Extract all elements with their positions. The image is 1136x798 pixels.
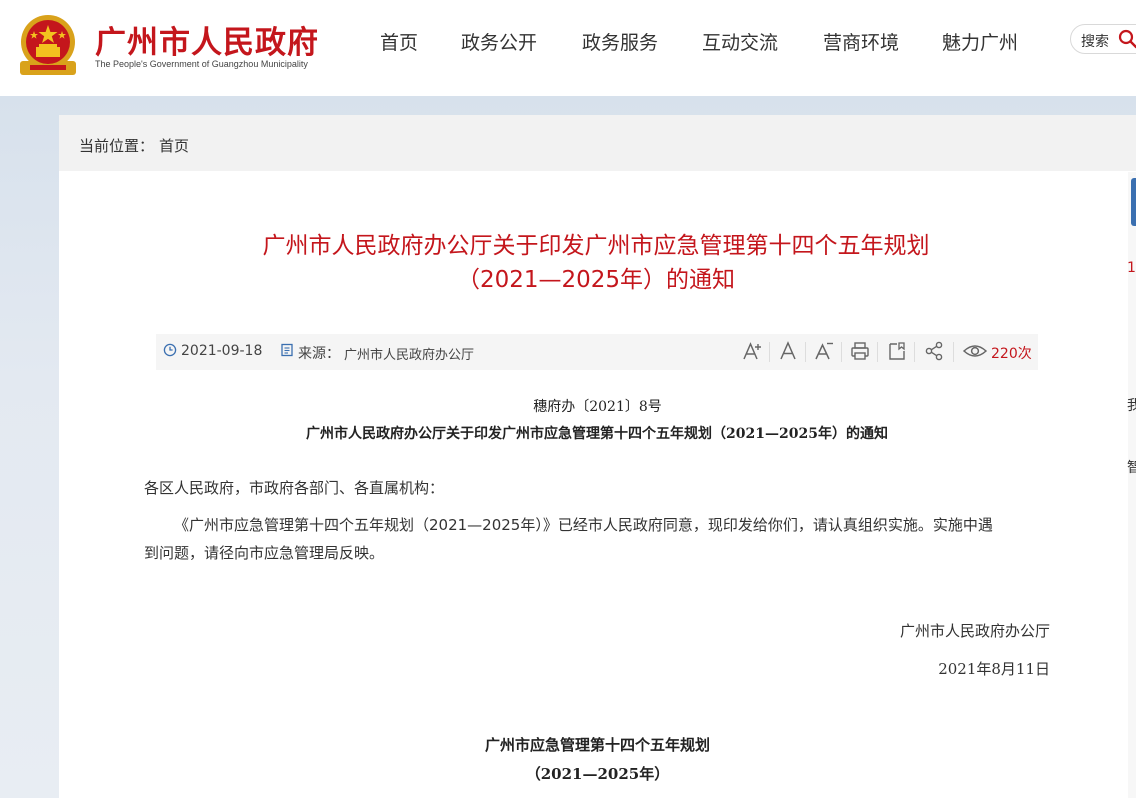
toolbar-separator [953,342,954,362]
toolbar-separator [841,342,842,362]
breadcrumb-home-link[interactable]: 首页 [159,135,189,156]
nav-item-charming-gz[interactable]: 魅力广州 [942,28,1018,55]
eye-icon [962,345,988,357]
nav-item-gov-affairs-open[interactable]: 政务公开 [461,28,537,55]
font-normal-icon[interactable] [777,340,799,362]
article-title: 广州市人民政府办公厅关于印发广州市应急管理第十四个五年规划 （2021—2025… [156,229,1036,297]
toolbar-separator [805,342,806,362]
search-icon[interactable] [1118,29,1136,49]
plan-title: 广州市应急管理第十四个五年规划 [484,736,710,754]
site-header: 广州市人民政府 The People's Government of Guang… [0,0,1136,96]
side-panel-tab[interactable] [1131,178,1136,226]
toolbar-separator [877,342,878,362]
share-icon[interactable] [923,340,945,362]
salutation: 各区人民政府，市政府各部门、各直属机构： [144,479,445,497]
view-count: 220次 [991,346,1032,362]
clock-icon [163,343,177,357]
paragraph-line: 《广州市应急管理第十四个五年规划（2021—2025年）》已经市人民政府同意，现… [174,516,993,534]
document-icon [281,343,293,357]
side-panel-text: 1 [1127,260,1136,276]
article-panel: 广州市人民政府办公厅关于印发广州市应急管理第十四个五年规划 （2021—2025… [59,171,1136,798]
nav-item-interaction[interactable]: 互动交流 [702,28,778,55]
font-smaller-icon[interactable] [813,340,835,362]
nav-item-home[interactable]: 首页 [380,28,418,55]
signer: 广州市人民政府办公厅 [899,622,1050,640]
search-box[interactable]: 搜索 [1070,24,1136,54]
national-emblem-icon[interactable] [14,9,82,81]
article-title-line2: （2021—2025年）的通知 [456,267,736,293]
search-label[interactable]: 搜索 [1081,31,1109,51]
plan-years: （2021—2025年） [525,765,670,783]
document-number: 穗府办〔2021〕8号 [533,399,662,415]
site-subtitle: The People's Government of Guangzhou Mun… [95,59,308,69]
sign-date: 2021年8月11日 [938,660,1050,678]
paragraph-line: 到问题，请径向市应急管理局反映。 [144,544,385,562]
print-icon[interactable] [849,340,871,362]
side-panel-text: 我 [1127,398,1136,414]
document-title: 广州市人民政府办公厅关于印发广州市应急管理第十四个五年规划（2021—2025年… [306,426,888,442]
site-title[interactable]: 广州市人民政府 [95,17,319,62]
breadcrumb-prefix: 当前位置： [79,137,155,155]
toolbar-separator [914,342,915,362]
article-meta-bar: 2021-09-18 来源： 广州市人民政府办公厅 220次 [156,334,1038,370]
font-larger-icon[interactable] [741,340,763,362]
article-title-line1: 广州市人民政府办公厅关于印发广州市应急管理第十四个五年规划 [262,233,930,259]
side-panel-text: 智 [1127,460,1136,476]
breadcrumb: 当前位置： 首页 [59,115,1136,171]
toolbar-separator [769,342,770,362]
bookmark-icon[interactable] [886,340,908,362]
nav-item-gov-services[interactable]: 政务服务 [582,28,658,55]
nav-item-business-env[interactable]: 营商环境 [823,28,899,55]
source-label: 来源： [298,346,340,362]
source-name: 广州市人民政府办公厅 [344,348,475,363]
publish-date: 2021-09-18 [181,343,263,359]
